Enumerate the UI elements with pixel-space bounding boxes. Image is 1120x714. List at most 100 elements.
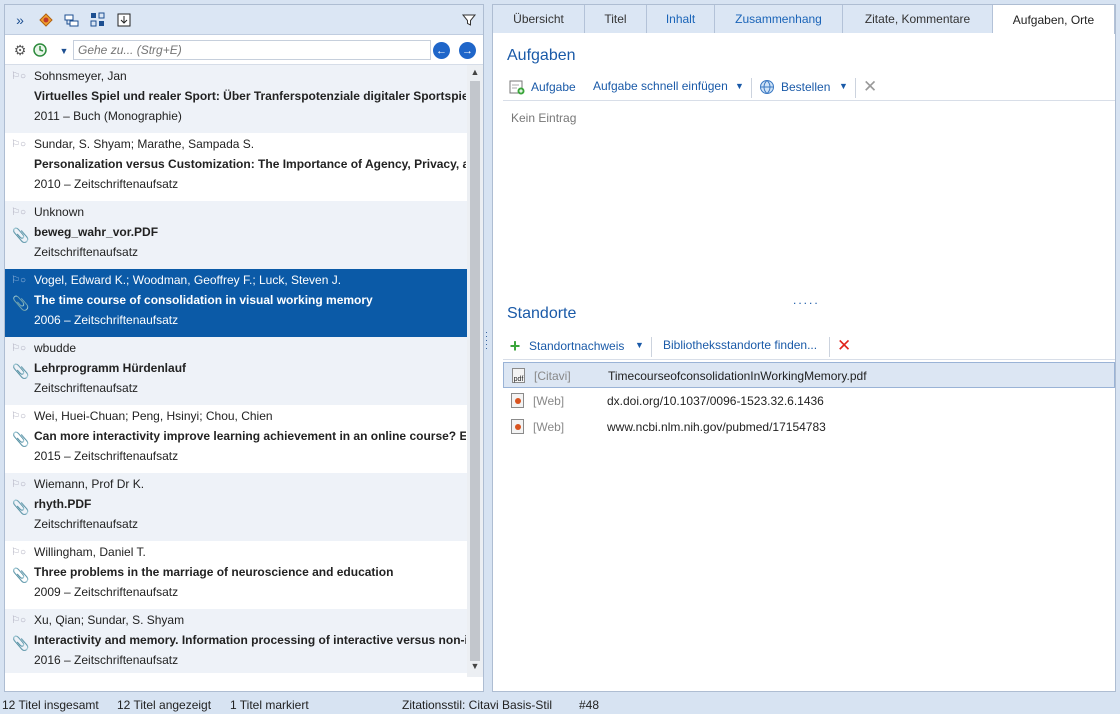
reference-title: beweg_wahr_vor.PDF xyxy=(34,225,159,239)
tab-content[interactable]: Inhalt xyxy=(647,5,715,33)
add-task-button[interactable]: Aufgabe xyxy=(509,79,576,95)
location-row[interactable]: [Web] dx.doi.org/10.1037/0096-1523.32.6.1… xyxy=(503,388,1115,414)
tab-quotations[interactable]: Zitate, Kommentare xyxy=(843,5,993,33)
reference-row[interactable]: ⚐○ 📎 wbudde Lehrprogramm Hürdenlauf Zeitschr… xyxy=(5,337,467,405)
location-address[interactable]: TimecourseofconsolidationInWorkingMemory… xyxy=(608,369,867,383)
chevron-down-icon[interactable]: ▼ xyxy=(55,42,73,60)
flag-icon[interactable]: ⚐○ xyxy=(11,275,26,286)
status-marked: 1 Titel markiert xyxy=(230,698,309,712)
reference-authors: Vogel, Edward K.; Woodman, Geoffrey F.; … xyxy=(34,273,342,287)
reference-meta: 2016 – Zeitschriftenaufsatz xyxy=(34,653,179,667)
grid-icon[interactable] xyxy=(89,11,107,29)
forward-icon[interactable]: → xyxy=(459,42,476,59)
toolbar-separator xyxy=(829,337,830,357)
order-label: Bestellen xyxy=(781,80,831,94)
reference-title: Lehrprogramm Hürdenlauf xyxy=(34,361,187,375)
flag-icon[interactable]: ⚐○ xyxy=(11,139,26,150)
import-icon[interactable] xyxy=(115,11,133,29)
flag-icon[interactable]: ⚐○ xyxy=(11,615,26,626)
attachment-icon: 📎 xyxy=(12,635,30,651)
scroll-down-icon[interactable]: ▼ xyxy=(467,661,483,675)
gear-icon[interactable]: ⚙ xyxy=(11,41,29,59)
delete-task-icon[interactable]: ✕ xyxy=(863,77,877,97)
reference-row[interactable]: ⚐○ 📎 Unknown beweg_wahr_vor.PDF Zeitschrifte… xyxy=(5,201,467,269)
flag-icon[interactable]: ⚐○ xyxy=(11,207,26,218)
reference-title: Interactivity and memory. Information pr… xyxy=(34,633,466,647)
tasks-heading: Aufgaben xyxy=(507,47,576,64)
reference-list-pane: » ⚙ ▼ ← → ⚐○ Sohnsmeyer, Jan Virtuelles Sp… xyxy=(4,4,484,692)
location-type: [Citavi] xyxy=(534,369,571,383)
search-input[interactable] xyxy=(73,40,431,60)
history-icon[interactable] xyxy=(31,41,49,59)
reference-row[interactable]: ⚐○ 📎 Wiemann, Prof Dr K. rhyth.PDF Zeitschri… xyxy=(5,473,467,541)
expand-icon[interactable]: » xyxy=(11,11,29,29)
web-file-icon xyxy=(511,393,524,408)
filter-icon[interactable] xyxy=(460,11,478,29)
tab-title[interactable]: Titel xyxy=(585,5,647,33)
location-address[interactable]: www.ncbi.nlm.nih.gov/pubmed/17154783 xyxy=(607,420,826,434)
reference-row[interactable]: ⚐○ Sohnsmeyer, Jan Virtuelles Spiel und re… xyxy=(5,65,467,133)
reference-meta: 2010 – Zeitschriftenaufsatz xyxy=(34,177,179,191)
location-row[interactable]: pdf [Citavi] TimecourseofconsolidationInWo… xyxy=(503,362,1115,388)
add-task-icon xyxy=(509,79,525,95)
status-shown: 12 Titel angezeigt xyxy=(117,698,212,712)
flag-icon[interactable]: ⚐○ xyxy=(11,343,26,354)
order-button[interactable]: Bestellen xyxy=(759,79,830,95)
status-total: 12 Titel insgesamt xyxy=(2,698,99,712)
toolbar-separator xyxy=(855,78,856,98)
horizontal-splitter[interactable]: ..... xyxy=(793,293,820,307)
reference-authors: Xu, Qian; Sundar, S. Shyam xyxy=(34,613,185,627)
flag-icon[interactable]: ⚐○ xyxy=(11,411,26,422)
list-scrollbar[interactable]: ▲ ▼ xyxy=(467,65,483,677)
reference-row[interactable]: ⚐○ 📎 Wei, Huei-Chuan; Peng, Hsinyi; Chou, … xyxy=(5,405,467,473)
attachment-icon: 📎 xyxy=(12,499,30,515)
reference-authors: wbudde xyxy=(34,341,77,355)
reference-authors: Willingham, Daniel T. xyxy=(34,545,146,559)
folder-tree-icon[interactable] xyxy=(63,11,81,29)
vertical-splitter[interactable]: · · · · · xyxy=(484,4,492,692)
tab-context[interactable]: Zusammenhang xyxy=(715,5,843,33)
reference-authors: Sundar, S. Shyam; Marathe, Sampada S. xyxy=(34,137,255,151)
attachment-icon: 📎 xyxy=(12,363,30,379)
add-location-button[interactable]: + Standortnachweis xyxy=(507,337,625,355)
tab-tasks-locations[interactable]: Aufgaben, Orte xyxy=(993,5,1115,34)
scroll-up-icon[interactable]: ▲ xyxy=(467,67,483,81)
locations-toolbar: + Standortnachweis ▼ Bibliotheksstandort… xyxy=(503,334,1115,360)
reference-meta: Zeitschriftenaufsatz xyxy=(34,245,139,259)
order-dropdown-icon[interactable]: ▼ xyxy=(839,81,848,91)
attachment-icon: 📎 xyxy=(12,295,30,311)
task-icon[interactable] xyxy=(37,11,55,29)
search-row: ⚙ ▼ ← → xyxy=(5,35,483,65)
reference-title: The time course of consolidation in visu… xyxy=(34,293,373,307)
globe-icon xyxy=(759,79,775,95)
delete-location-icon[interactable]: ✕ xyxy=(837,336,851,356)
reference-row[interactable]: ⚐○ 📎 Vogel, Edward K.; Woodman, Geoffrey F… xyxy=(5,269,467,337)
scroll-thumb[interactable] xyxy=(470,81,480,661)
splitter-grip-icon: · · · · · xyxy=(485,327,488,353)
find-library-locations-label: Bibliotheksstandorte finden... xyxy=(663,338,818,352)
status-citation-style[interactable]: Zitationsstil: Citavi Basis-Stil xyxy=(402,698,552,712)
location-row[interactable]: [Web] www.ncbi.nlm.nih.gov/pubmed/1715478… xyxy=(503,414,1115,440)
add-location-dropdown-icon[interactable]: ▼ xyxy=(635,340,644,350)
attachment-icon: 📎 xyxy=(12,227,30,243)
add-task-label: Aufgabe xyxy=(531,80,576,94)
attachment-icon: 📎 xyxy=(12,567,30,583)
flag-icon[interactable]: ⚐○ xyxy=(11,479,26,490)
reference-row[interactable]: ⚐○ 📎 Xu, Qian; Sundar, S. Shyam Interactivi… xyxy=(5,609,467,673)
reference-meta: Zeitschriftenaufsatz xyxy=(34,517,139,531)
back-icon[interactable]: ← xyxy=(433,42,450,59)
quick-add-task-button[interactable]: Aufgabe schnell einfügen xyxy=(593,79,728,93)
location-type: [Web] xyxy=(533,394,565,408)
reference-list: ⚐○ Sohnsmeyer, Jan Virtuelles Spiel und re… xyxy=(5,65,467,673)
reference-meta: 2011 – Buch (Monographie) xyxy=(34,109,182,123)
reference-row[interactable]: ⚐○ 📎 Willingham, Daniel T. Three problems i… xyxy=(5,541,467,609)
find-library-locations-button[interactable]: Bibliotheksstandorte finden... xyxy=(663,338,817,352)
flag-icon[interactable]: ⚐○ xyxy=(11,547,26,558)
location-address[interactable]: dx.doi.org/10.1037/0096-1523.32.6.1436 xyxy=(607,394,824,408)
tab-overview[interactable]: Übersicht xyxy=(493,5,585,33)
quick-add-dropdown-icon[interactable]: ▼ xyxy=(735,81,744,91)
reference-meta: 2009 – Zeitschriftenaufsatz xyxy=(34,585,179,599)
pdf-file-icon: pdf xyxy=(512,368,525,383)
flag-icon[interactable]: ⚐○ xyxy=(11,71,26,82)
reference-row[interactable]: ⚐○ Sundar, S. Shyam; Marathe, Sampada S. P… xyxy=(5,133,467,201)
